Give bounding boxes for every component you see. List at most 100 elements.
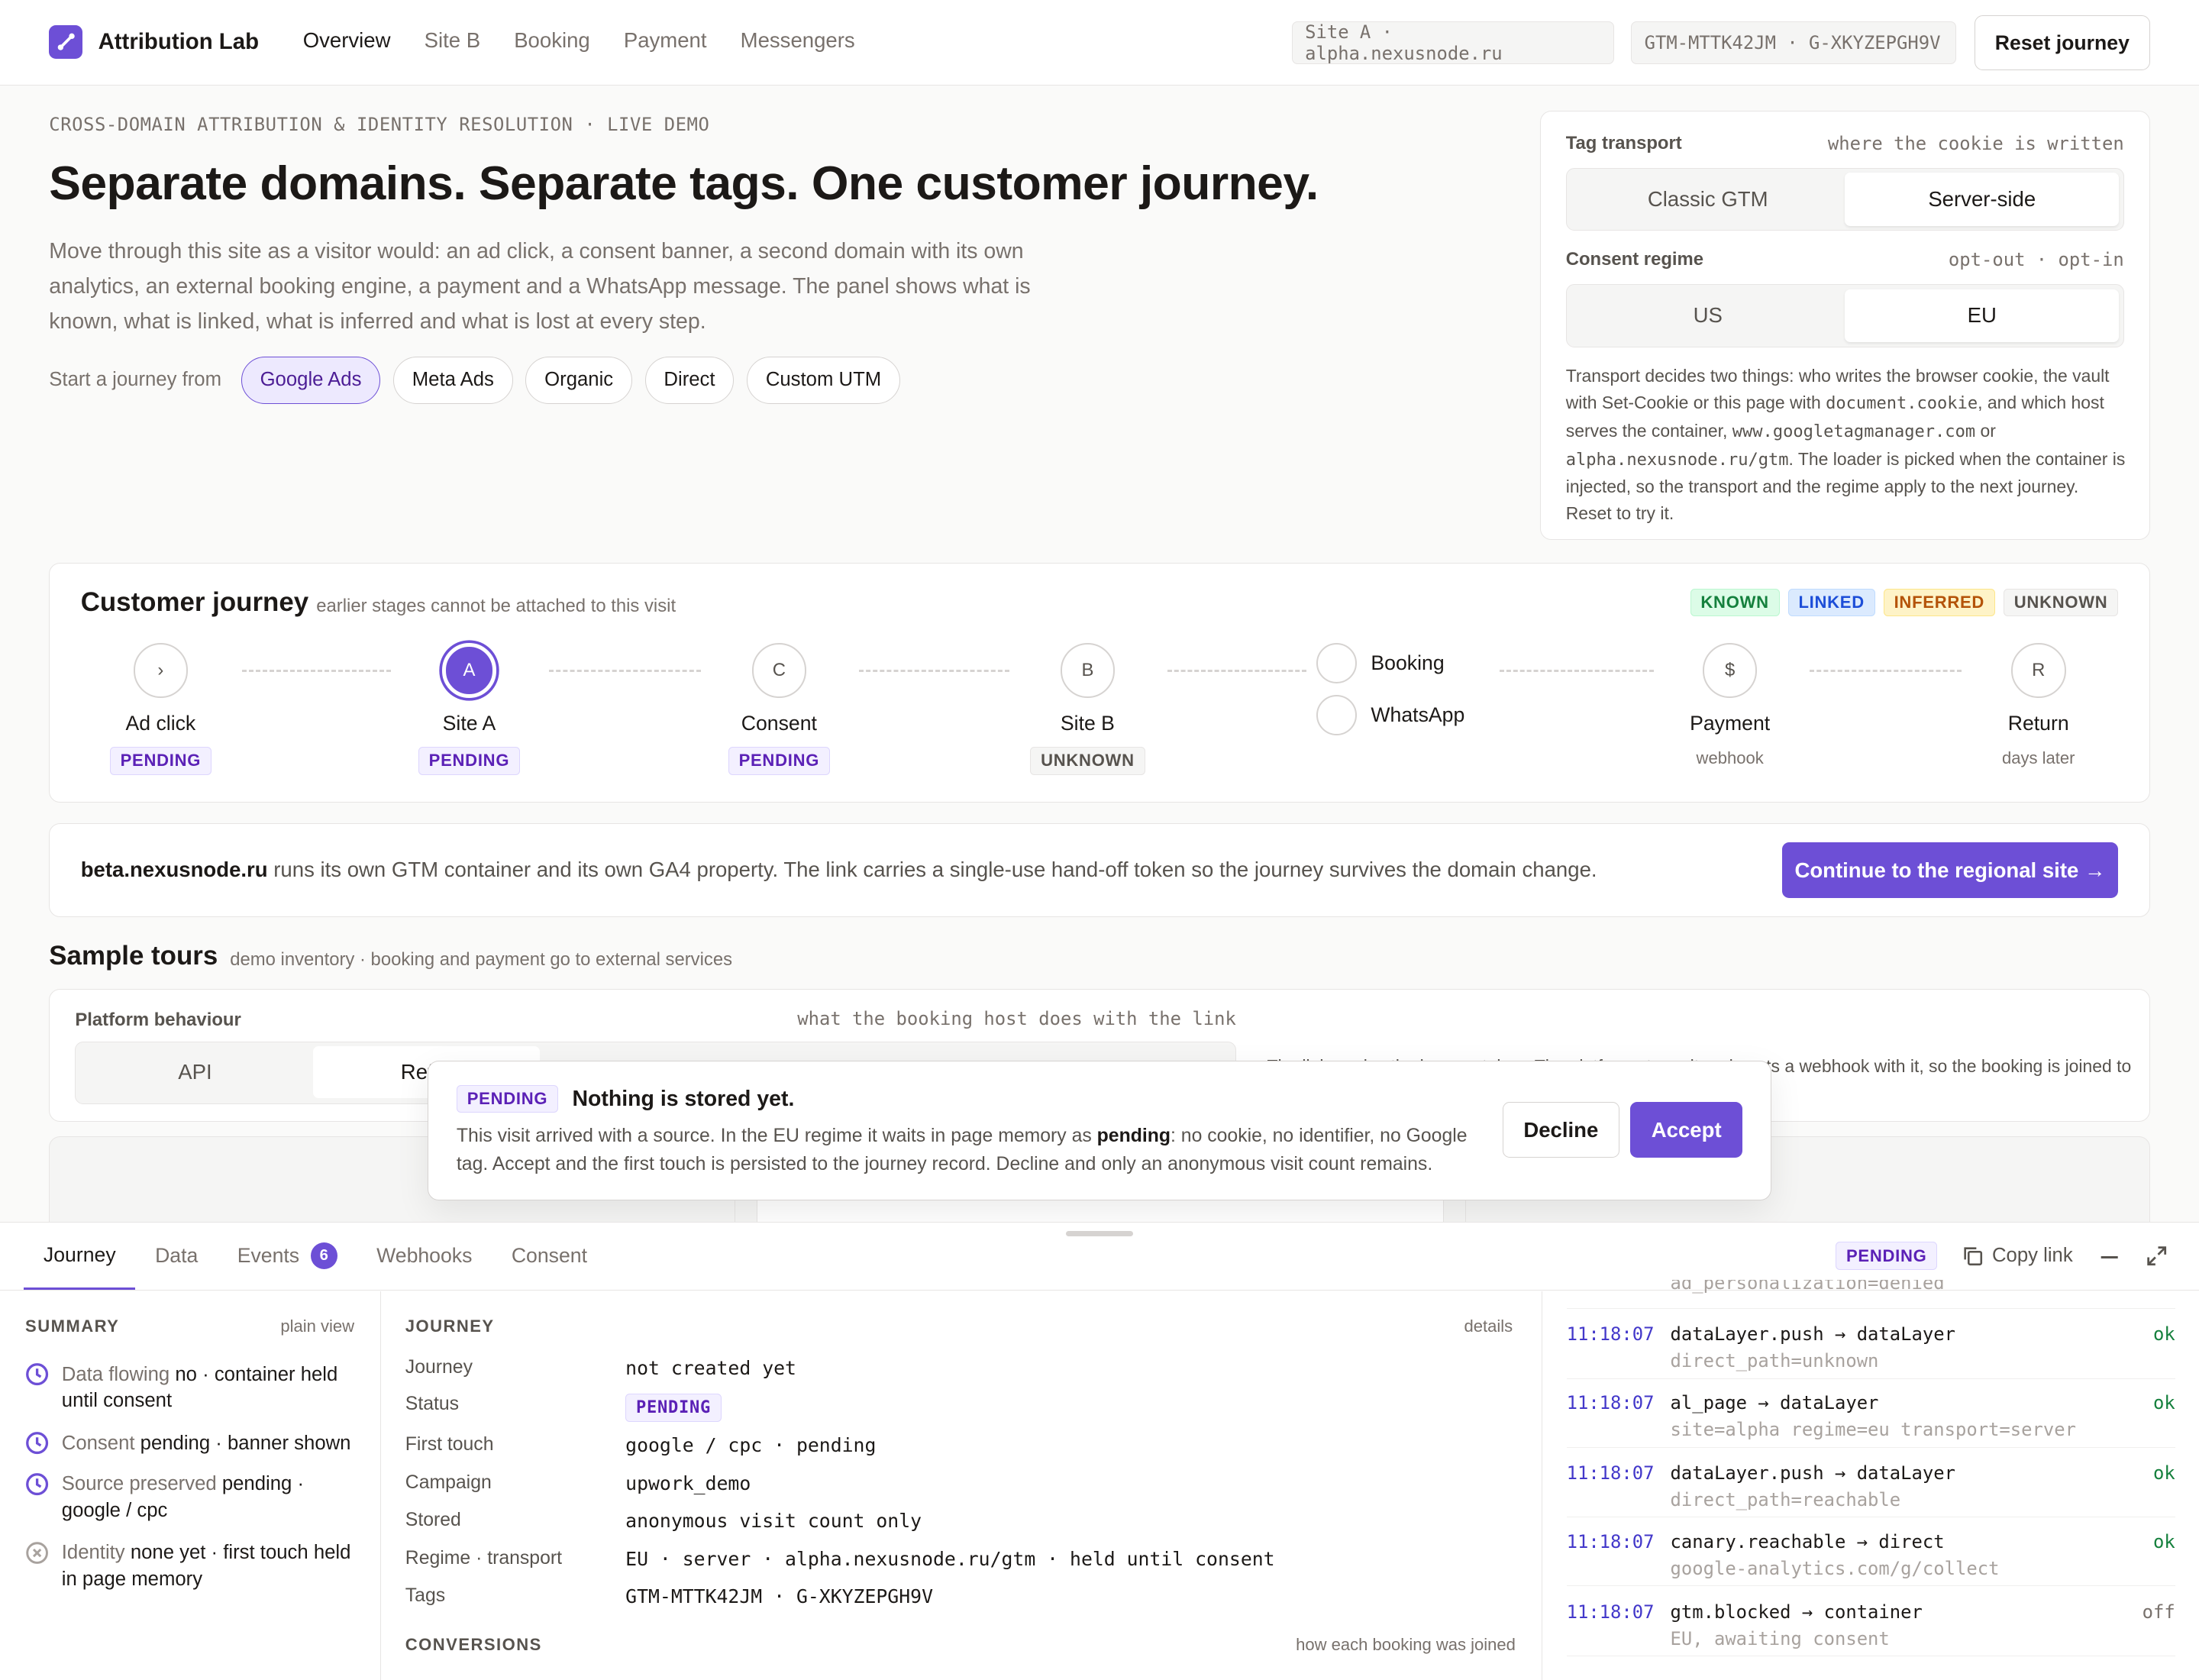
nav-booking[interactable]: Booking bbox=[514, 28, 590, 53]
brand-name: Attribution Lab bbox=[98, 29, 260, 55]
drawer-resize-handle[interactable] bbox=[1065, 1230, 1134, 1237]
stage-status: PENDING bbox=[728, 746, 830, 775]
transport-classic-gtm[interactable]: Classic GTM bbox=[1571, 173, 1845, 226]
tours-subtitle: demo inventory · booking and payment go … bbox=[230, 949, 733, 971]
reset-journey-button[interactable]: Reset journey bbox=[1975, 15, 2150, 70]
summary-title: SUMMARY bbox=[25, 1316, 120, 1336]
stage-ad-click-icon: › bbox=[133, 643, 189, 698]
transport-server-side[interactable]: Server-side bbox=[1845, 173, 2120, 226]
transport-toggle: Classic GTM Server-side bbox=[1565, 167, 2124, 231]
journey-row: First touch google / cpc · pending bbox=[405, 1434, 877, 1457]
stage-whatsapp-icon bbox=[1316, 695, 1358, 736]
journey-row: Stored anonymous visit count only bbox=[405, 1510, 922, 1533]
handoff-text: beta.nexusnode.ru runs its own GTM conta… bbox=[80, 858, 1597, 882]
brand[interactable]: Attribution Lab bbox=[49, 25, 260, 60]
expand-icon[interactable] bbox=[2146, 1245, 2168, 1267]
tab-journey[interactable]: Journey bbox=[24, 1223, 136, 1290]
accept-button[interactable]: Accept bbox=[1630, 1101, 1743, 1158]
stage-name: Consent bbox=[741, 712, 817, 735]
stage-ad-click[interactable]: › Ad click PENDING bbox=[76, 643, 244, 775]
drawer-status: PENDING bbox=[1836, 1242, 1938, 1271]
source-google-ads[interactable]: Google Ads bbox=[241, 356, 381, 404]
decline-button[interactable]: Decline bbox=[1503, 1101, 1619, 1158]
event-detail-clipped: ad_personalization=denied bbox=[1670, 1280, 1945, 1294]
hero-lead: Move through this site as a visitor woul… bbox=[49, 238, 1031, 334]
connector bbox=[1500, 670, 1655, 672]
summary-data-flowing: Data flowing no · container held until c… bbox=[25, 1362, 362, 1415]
settings-panel: Tag transport where the cookie is writte… bbox=[1539, 111, 2150, 541]
transport-row: Tag transport where the cookie is writte… bbox=[1566, 133, 2124, 154]
source-organic[interactable]: Organic bbox=[525, 356, 633, 404]
copy-link-button[interactable]: Copy link bbox=[1962, 1245, 2073, 1267]
summary-text: Identity none yet · first touch held in … bbox=[61, 1541, 351, 1590]
stage-site-b-icon: B bbox=[1060, 643, 1116, 698]
stage-return-icon: R bbox=[2010, 643, 2066, 698]
stage-name: Booking bbox=[1371, 651, 1445, 675]
continue-regional-button[interactable]: Continue to the regional site → bbox=[1781, 842, 2119, 899]
stage-consent-icon: C bbox=[751, 643, 807, 698]
journey-row: Regime · transport EU · server · alpha.ne… bbox=[405, 1547, 1275, 1570]
status-legend: KNOWN LINKED INFERRED UNKNOWN bbox=[1690, 588, 2119, 617]
event-separator bbox=[1566, 1378, 2175, 1379]
regime-eu[interactable]: EU bbox=[1845, 289, 2120, 343]
stage-whatsapp[interactable]: WhatsApp bbox=[1316, 695, 1464, 736]
platform-hint: what the booking host does with the link bbox=[797, 1007, 1236, 1029]
stage-consent[interactable]: C Consent PENDING bbox=[695, 643, 863, 775]
stage-site-b[interactable]: B Site B UNKNOWN bbox=[1003, 643, 1171, 775]
inspector-drawer: Journey Data Events 6 Webhooks Consent PE… bbox=[0, 1221, 2199, 1680]
regime-us[interactable]: US bbox=[1571, 289, 1845, 343]
summary-text: Consent pending · banner shown bbox=[61, 1432, 351, 1454]
source-custom-utm[interactable]: Custom UTM bbox=[746, 356, 901, 404]
event-separator bbox=[1566, 1307, 2175, 1309]
drawer-tabs: Journey Data Events 6 Webhooks Consent bbox=[24, 1223, 606, 1291]
nav-overview[interactable]: Overview bbox=[303, 28, 391, 53]
minimize-icon[interactable] bbox=[2098, 1245, 2120, 1267]
journey-subtitle: earlier stages cannot be attached to thi… bbox=[316, 595, 676, 616]
connector bbox=[1810, 670, 1962, 672]
events-count-badge: 6 bbox=[310, 1242, 337, 1270]
tab-consent[interactable]: Consent bbox=[492, 1223, 607, 1290]
nav-site-b[interactable]: Site B bbox=[425, 28, 481, 53]
journey-section-hint[interactable]: details bbox=[1464, 1317, 1513, 1336]
nav-payment[interactable]: Payment bbox=[624, 28, 707, 53]
journey-row: Journey not created yet bbox=[405, 1357, 796, 1380]
stage-booking[interactable]: Booking bbox=[1316, 643, 1445, 684]
transport-note: Transport decides two things: who writes… bbox=[1565, 365, 2126, 524]
stage-name: Return bbox=[2007, 712, 2069, 735]
tab-events[interactable]: Events 6 bbox=[218, 1223, 357, 1290]
clock-icon bbox=[26, 1363, 49, 1386]
stage-return[interactable]: R Return days later bbox=[1955, 643, 2123, 768]
summary-hint[interactable]: plain view bbox=[280, 1317, 354, 1336]
stage-site-a[interactable]: A Site A PENDING bbox=[385, 643, 553, 775]
clock-icon bbox=[26, 1432, 49, 1455]
tab-webhooks[interactable]: Webhooks bbox=[357, 1223, 492, 1290]
legend-inferred: INFERRED bbox=[1883, 588, 1995, 617]
stage-sub: days later bbox=[2001, 748, 2075, 767]
platform-api[interactable]: API bbox=[76, 1042, 314, 1103]
journey-section-title: JOURNEY bbox=[405, 1316, 495, 1336]
page-title: Separate domains. Separate tags. One cus… bbox=[49, 156, 1319, 210]
top-nav: Attribution Lab Overview Site B Booking … bbox=[0, 0, 2199, 86]
consent-status: PENDING bbox=[456, 1084, 559, 1113]
stage-status: PENDING bbox=[109, 746, 212, 775]
x-circle-icon bbox=[26, 1541, 48, 1564]
regime-hint: opt-out · opt-in bbox=[1948, 249, 2124, 271]
stage-booking-icon bbox=[1316, 643, 1358, 684]
tags-chip: GTM-MTTK42JM · G-XKYZEPGH9V bbox=[1631, 21, 1957, 65]
stage-payment-icon: $ bbox=[1702, 643, 1758, 698]
source-meta-ads[interactable]: Meta Ads bbox=[392, 356, 513, 404]
conversions-title: CONVERSIONS bbox=[405, 1634, 542, 1654]
stage-payment[interactable]: $ Payment webhook bbox=[1645, 643, 1813, 768]
main-nav: Overview Site B Booking Payment Messenge… bbox=[303, 28, 855, 53]
consent-body: This visit arrived with a source. In the… bbox=[456, 1126, 1468, 1175]
drawer-actions: PENDING Copy link bbox=[1836, 1242, 2168, 1271]
regime-toggle: US EU bbox=[1565, 284, 2124, 347]
source-direct[interactable]: Direct bbox=[644, 356, 735, 404]
transport-label: Tag transport bbox=[1565, 132, 1682, 153]
tab-data[interactable]: Data bbox=[135, 1223, 218, 1290]
stage-site-a-icon: A bbox=[441, 643, 497, 698]
nav-messengers[interactable]: Messengers bbox=[741, 28, 855, 53]
column-divider bbox=[379, 1291, 381, 1680]
source-selector: Start a journey from Google Ads Meta Ads… bbox=[49, 356, 901, 404]
stage-name: Ad click bbox=[125, 712, 196, 735]
